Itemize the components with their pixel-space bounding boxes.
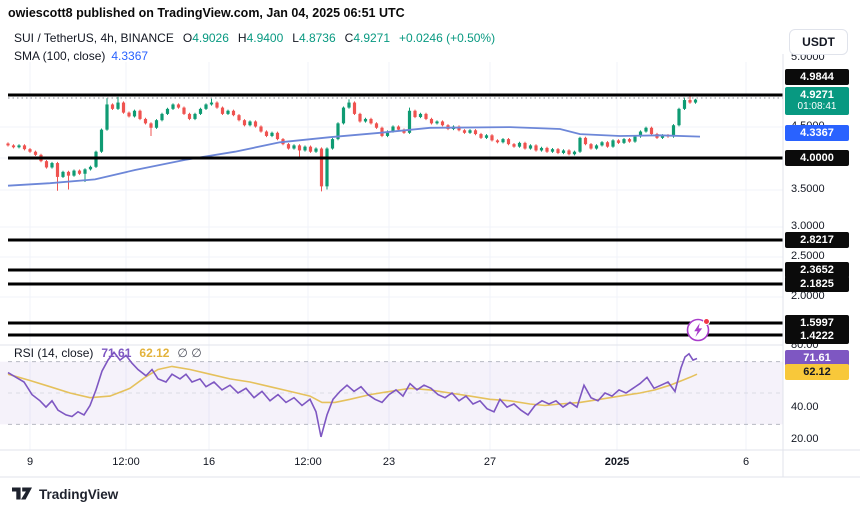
price-scale-badge: 4.3367	[785, 125, 849, 141]
time-axis-label: 12:00	[294, 456, 322, 468]
rsi-legend-row[interactable]: RSI (14, close) 71.61 62.12 ∅ ∅	[14, 346, 202, 360]
chart-canvas[interactable]	[0, 0, 860, 510]
rsi-ma-value: 62.12	[139, 346, 169, 360]
price-scale-label: 2.5000	[791, 250, 825, 262]
symbol-legend-row[interactable]: SUI / TetherUS, 4h, BINANCE O4.9026 H4.940…	[14, 31, 495, 45]
chart-plot-region[interactable]	[0, 0, 860, 510]
ohlc-pair: C4.9271	[345, 31, 390, 45]
time-axis-label: 23	[383, 456, 395, 468]
sma-legend-row[interactable]: SMA (100, close) 4.3367	[14, 49, 148, 63]
price-scale-label: 40.00	[791, 401, 819, 413]
rsi-value: 71.61	[101, 346, 131, 360]
time-axis-label: 9	[27, 456, 33, 468]
currency-toggle-button[interactable]: USDT	[789, 29, 848, 55]
change-value: +0.0246 (+0.50%)	[399, 31, 495, 45]
time-axis-label: 12:00	[112, 456, 140, 468]
symbol-title: SUI / TetherUS, 4h, BINANCE	[14, 31, 174, 45]
candles-layer	[6, 96, 697, 191]
price-scale-badge: 4.927101:08:41	[785, 87, 849, 115]
rsi-empty-values: ∅ ∅	[177, 346, 201, 360]
price-scale-badge: 4.0000	[785, 150, 849, 166]
price-scale-badge: 4.9844	[785, 69, 849, 85]
brand-name: TradingView	[39, 487, 118, 502]
price-scale-badge: 2.1825	[785, 276, 849, 292]
price-scale-label: 5.0000	[791, 54, 825, 63]
price-scale-label: 3.5000	[791, 183, 825, 195]
price-scale-label: 3.0000	[791, 220, 825, 232]
time-axis-label: 2025	[605, 456, 629, 468]
tradingview-brand[interactable]: TradingView	[12, 486, 118, 502]
sma-label: SMA (100, close)	[14, 49, 105, 63]
time-axis-label: 16	[203, 456, 215, 468]
ohlc-pair: O4.9026	[183, 31, 229, 45]
rsi-label: RSI (14, close)	[14, 346, 93, 360]
ohlc-pair: H4.9400	[238, 31, 283, 45]
price-scale-badge: 1.4222	[785, 328, 849, 344]
time-axis-label: 27	[484, 456, 496, 468]
tradingview-chart-page: owiescott8 published on TradingView.com,…	[0, 0, 860, 510]
sma-value: 4.3367	[111, 49, 148, 63]
sma-line	[8, 127, 700, 186]
price-scale-badge: 62.12	[785, 364, 849, 380]
time-axis-label: 6	[743, 456, 749, 468]
ohlc-pair: L4.8736	[292, 31, 335, 45]
price-scale-badge: 2.8217	[785, 232, 849, 248]
lightning-idea-marker[interactable]	[688, 319, 710, 341]
price-scale-label: 20.00	[791, 433, 819, 445]
tradingview-logo-icon	[12, 486, 32, 502]
price-scale[interactable]: 5.00004.50003.50003.00002.50002.000080.0…	[784, 54, 860, 478]
